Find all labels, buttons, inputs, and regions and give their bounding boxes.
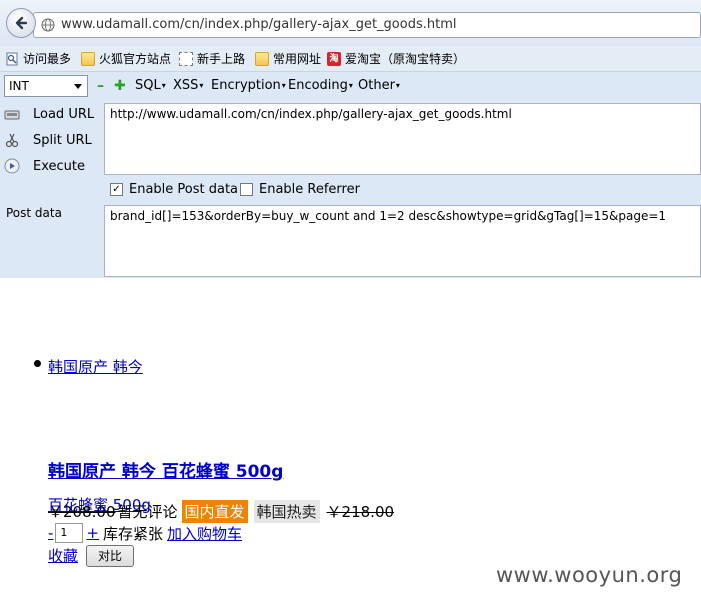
folder-icon [81,51,95,66]
type-select-value: INT [9,79,29,93]
menu-sql[interactable]: SQL▾ [135,78,166,93]
bookmark-label: 爱淘宝（原淘宝特卖） [345,52,466,66]
bookmark-label: 火狐官方站点 [99,52,172,66]
menu-other[interactable]: Other▾ [358,78,400,93]
enable-post-toggle[interactable]: ✓ Enable Post data [110,182,238,197]
split-url-label: Split URL [33,132,92,148]
folder-icon [255,51,269,66]
brand-link[interactable]: 韩国原产 韩今 [48,356,143,377]
enable-post-checkbox[interactable]: ✓ [110,183,123,196]
page-icon [6,52,18,65]
bookmarks-bar: 访问最多 火狐官方站点 新手上路 常用网址 淘 爱淘宝（原淘宝特卖） [0,46,701,72]
post-data-label: Post data [6,206,62,220]
price-row: ￥208.00 暂无评论 国内直发 韩国热卖 ￥218.00 [48,499,394,523]
url-textarea[interactable]: http://www.udamall.com/cn/index.php/gall… [104,103,701,175]
qty-minus-button[interactable]: - [48,524,53,542]
split-url-button[interactable]: Split URL [0,128,100,152]
hackbar-panel: INT – ✚ SQL▾ XSS▾ Encryption▾ Encoding▾ … [0,72,701,278]
review-status: 暂无评论 [117,502,178,521]
bookmark-label: 常用网址 [273,52,322,66]
stock-status: 库存紧张 [103,524,164,543]
execute-label: Execute [33,158,85,174]
tag-domestic-shipping: 国内直发 [181,499,248,523]
menu-xss[interactable]: XSS▾ [173,78,203,93]
enable-referrer-checkbox[interactable] [240,183,253,196]
back-button[interactable] [6,8,36,38]
menu-encoding[interactable]: Encoding▾ [288,78,353,93]
bookmark-label: 访问最多 [23,52,72,66]
bookmark-getting-started[interactable]: 新手上路 [179,50,245,67]
minus-icon[interactable]: – [97,79,104,93]
menu-encryption[interactable]: Encryption▾ [211,78,286,93]
post-data-textarea[interactable]: brand_id[]=153&orderBy=buy_w_count and 1… [104,205,701,277]
dotted-box-icon [179,51,193,66]
bookmark-most-visited[interactable]: 访问最多 [5,50,71,67]
caret-down-icon: ▾ [348,81,353,90]
load-url-icon [4,110,20,120]
bookmark-label: 新手上路 [197,52,246,66]
enable-post-label: Enable Post data [129,182,239,197]
bookmark-ai-taobao[interactable]: 淘 爱淘宝（原淘宝特卖） [327,50,465,67]
caret-down-icon: ▾ [395,81,400,90]
load-url-label: Load URL [33,106,95,122]
product-title-link[interactable]: 韩国原产 韩今 百花蜂蜜 500g [48,457,283,482]
menu-label: Other [358,78,395,93]
enable-referrer-label: Enable Referrer [259,182,360,197]
caret-down-icon: ▾ [281,81,286,90]
qty-plus-button[interactable]: + [86,524,99,542]
back-arrow-icon [15,16,28,30]
hackbar-toolbar: INT – ✚ SQL▾ XSS▾ Encryption▾ Encoding▾ … [0,72,701,100]
caret-down-icon: ▾ [199,81,204,90]
execute-button[interactable]: Execute [0,154,100,178]
favorite-link[interactable]: 收藏 [48,545,78,566]
globe-icon [41,18,55,32]
menu-label: Encryption [211,78,281,93]
menu-label: XSS [173,78,199,93]
original-price: ￥218.00 [326,502,395,521]
list-bullet [34,360,41,367]
add-to-cart-link[interactable]: 加入购物车 [167,523,242,544]
enable-referrer-toggle[interactable]: Enable Referrer [240,182,360,197]
chevron-down-icon [74,84,82,89]
compare-button[interactable]: 对比 [86,545,134,567]
address-bar-row: www.udamall.com/cn/index.php/gallery-aja… [0,0,701,46]
bookmark-firefox-site[interactable]: 火狐官方站点 [81,50,171,67]
bookmark-common-sites[interactable]: 常用网址 [255,50,321,67]
url-text: www.udamall.com/cn/index.php/gallery-aja… [61,17,457,32]
quantity-row: - 1 + 库存紧张 加入购物车 [48,522,242,544]
price: ￥208.00 [48,502,116,521]
watermark: www.wooyun.org [496,563,683,587]
caret-down-icon: ▾ [161,81,166,90]
taobao-icon: 淘 [327,51,341,66]
type-select[interactable]: INT [4,75,88,97]
url-bar[interactable]: www.udamall.com/cn/index.php/gallery-aja… [33,12,701,38]
load-url-button[interactable]: Load URL [0,102,100,126]
tag-korea-hot: 韩国热卖 [253,499,320,523]
plus-icon[interactable]: ✚ [114,79,126,93]
play-icon [4,158,20,174]
menu-label: SQL [135,78,161,93]
menu-label: Encoding [288,78,348,93]
quantity-input[interactable]: 1 [55,523,84,543]
scissors-icon [5,133,19,148]
